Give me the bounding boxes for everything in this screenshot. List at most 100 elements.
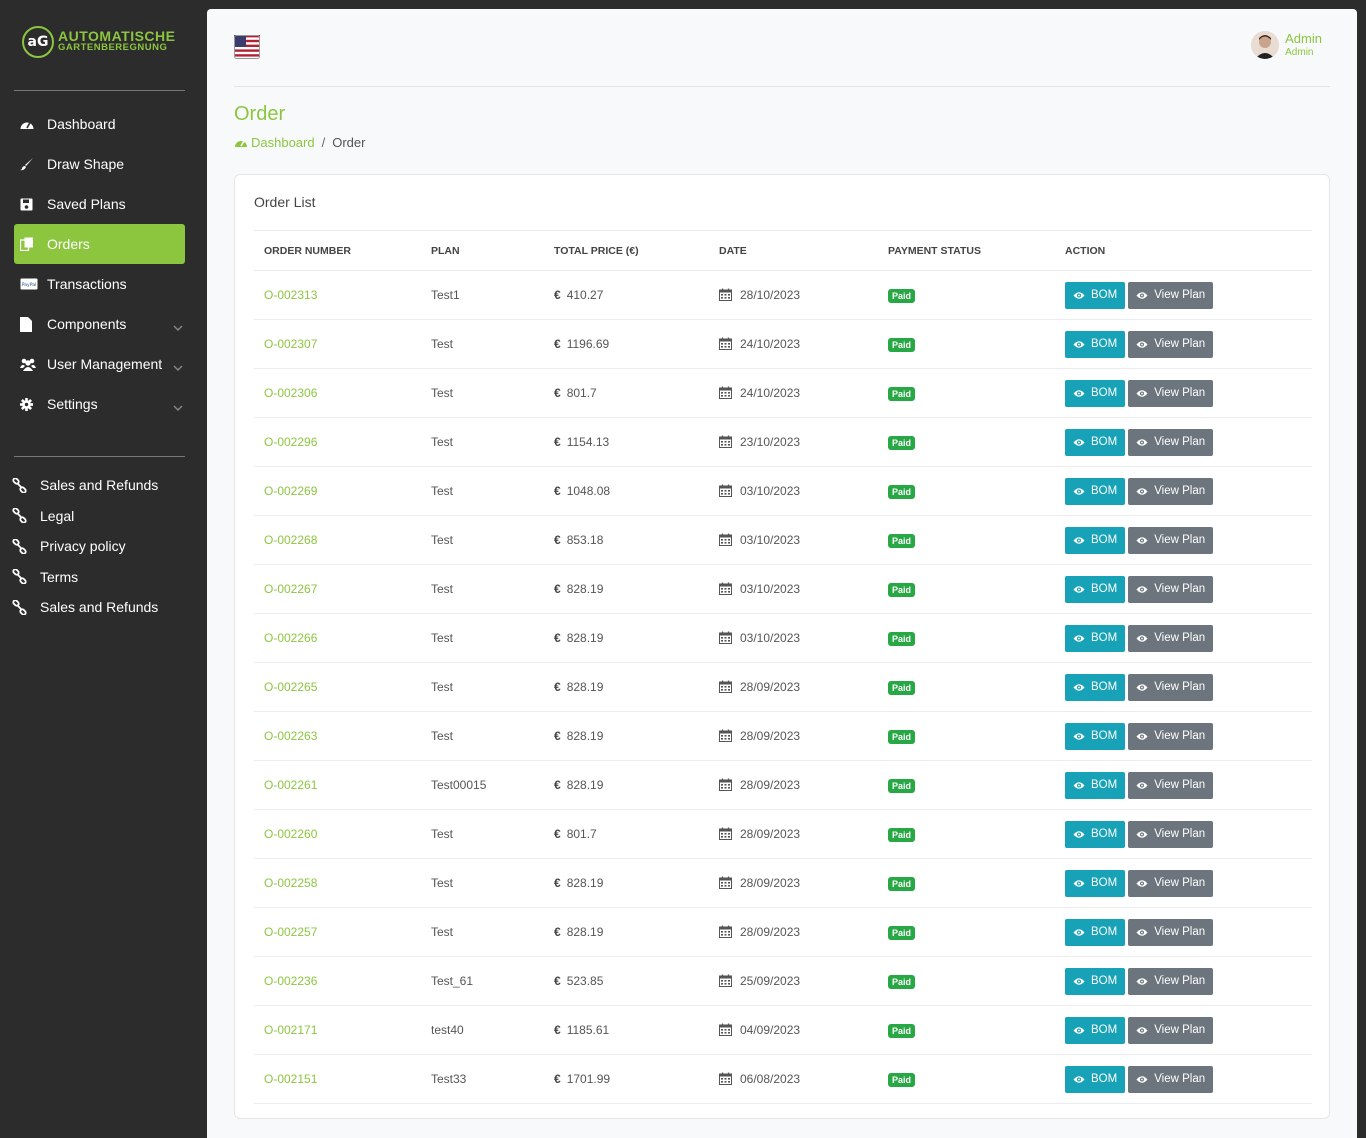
order-date: 25/09/2023 xyxy=(709,956,878,1006)
view-plan-button[interactable]: View Plan xyxy=(1128,771,1214,799)
calendar-icon xyxy=(719,1023,740,1037)
view-plan-button[interactable]: View Plan xyxy=(1128,722,1214,750)
sidebar-item-transactions[interactable]: PayPal Transactions xyxy=(14,264,185,304)
view-plan-button[interactable]: View Plan xyxy=(1128,1065,1214,1093)
order-number-link[interactable]: O-002266 xyxy=(254,613,421,663)
eye-icon xyxy=(1073,781,1088,790)
view-plan-button[interactable]: View Plan xyxy=(1128,330,1214,358)
order-number-link[interactable]: O-002258 xyxy=(254,858,421,908)
order-number-link[interactable]: O-002257 xyxy=(254,907,421,957)
bom-button[interactable]: BOM xyxy=(1065,722,1126,750)
status-badge: Paid xyxy=(888,386,916,401)
order-number-link[interactable]: O-002236 xyxy=(254,956,421,1006)
plan-name: Test xyxy=(421,858,544,908)
bom-button[interactable]: BOM xyxy=(1065,477,1126,505)
order-number-link[interactable]: O-002306 xyxy=(254,368,421,418)
calendar-icon xyxy=(719,925,740,939)
calendar-icon xyxy=(719,631,740,645)
view-plan-button[interactable]: View Plan xyxy=(1128,575,1214,603)
us-flag-icon[interactable] xyxy=(234,35,260,59)
sidebar-item-saved-plans[interactable]: Saved Plans xyxy=(14,184,185,224)
order-number-link[interactable]: O-002263 xyxy=(254,711,421,761)
total-price: €828.19 xyxy=(544,613,709,663)
bom-button[interactable]: BOM xyxy=(1065,673,1126,701)
order-number-link[interactable]: O-002265 xyxy=(254,662,421,712)
view-plan-button[interactable]: View Plan xyxy=(1128,967,1214,995)
sidebar-item-dashboard[interactable]: Dashboard xyxy=(14,104,185,144)
col-total-price: TOTAL PRICE (€) xyxy=(544,230,709,271)
view-plan-button[interactable]: View Plan xyxy=(1128,428,1214,456)
order-number-link[interactable]: O-002268 xyxy=(254,515,421,565)
payment-status: Paid xyxy=(878,368,1055,418)
sidebar-link-privacy-policy[interactable]: Privacy policy xyxy=(12,531,187,562)
order-number-link[interactable]: O-002267 xyxy=(254,564,421,614)
user-name: Admin xyxy=(1285,31,1322,46)
view-plan-button[interactable]: View Plan xyxy=(1128,918,1214,946)
order-number-link[interactable]: O-002269 xyxy=(254,466,421,516)
status-badge: Paid xyxy=(888,1023,916,1038)
order-number-link[interactable]: O-002296 xyxy=(254,417,421,467)
calendar-icon xyxy=(719,827,740,841)
bom-button[interactable]: BOM xyxy=(1065,575,1126,603)
user-menu[interactable]: Admin Admin xyxy=(1251,31,1322,59)
sidebar-link-sales-and-refunds[interactable]: Sales and Refunds xyxy=(12,592,187,623)
brand-logo[interactable]: aG AUTOMATISCHE GARTENBEREGNUNG xyxy=(22,26,175,58)
total-price: €1048.08 xyxy=(544,466,709,516)
view-plan-button[interactable]: View Plan xyxy=(1128,526,1214,554)
order-number-link[interactable]: O-002171 xyxy=(254,1005,421,1055)
eye-icon xyxy=(1136,683,1151,692)
sidebar-divider xyxy=(14,456,185,457)
order-number-link[interactable]: O-002313 xyxy=(254,270,421,320)
plan-name: Test xyxy=(421,417,544,467)
view-plan-button[interactable]: View Plan xyxy=(1128,624,1214,652)
eye-icon xyxy=(1136,585,1151,594)
sidebar-item-user-management[interactable]: User Management xyxy=(14,344,185,384)
bom-button[interactable]: BOM xyxy=(1065,330,1126,358)
bom-button[interactable]: BOM xyxy=(1065,869,1126,897)
view-plan-button[interactable]: View Plan xyxy=(1128,820,1214,848)
calendar-icon xyxy=(719,680,740,694)
view-plan-button[interactable]: View Plan xyxy=(1128,281,1214,309)
bom-button[interactable]: BOM xyxy=(1065,526,1126,554)
view-plan-button[interactable]: View Plan xyxy=(1128,1016,1214,1044)
order-date: 24/10/2023 xyxy=(709,368,878,418)
bom-button[interactable]: BOM xyxy=(1065,820,1126,848)
bom-button[interactable]: BOM xyxy=(1065,428,1126,456)
bom-button[interactable]: BOM xyxy=(1065,624,1126,652)
bom-button[interactable]: BOM xyxy=(1065,1065,1126,1093)
view-plan-button[interactable]: View Plan xyxy=(1128,673,1214,701)
actions-cell: BOM View Plan xyxy=(1055,907,1312,957)
view-plan-button[interactable]: View Plan xyxy=(1128,477,1214,505)
order-number-link[interactable]: O-002151 xyxy=(254,1054,421,1104)
actions-cell: BOM View Plan xyxy=(1055,809,1312,859)
sidebar-item-orders[interactable]: Orders xyxy=(14,224,185,264)
plan-name: test40 xyxy=(421,1005,544,1055)
bom-button[interactable]: BOM xyxy=(1065,379,1126,407)
bom-button[interactable]: BOM xyxy=(1065,967,1126,995)
payment-status: Paid xyxy=(878,662,1055,712)
view-plan-button[interactable]: View Plan xyxy=(1128,869,1214,897)
payment-status: Paid xyxy=(878,956,1055,1006)
bom-button[interactable]: BOM xyxy=(1065,1016,1126,1044)
main-content: Admin Admin Order Dashboard / Order Orde… xyxy=(207,9,1357,1138)
eye-icon xyxy=(1073,585,1088,594)
order-number-link[interactable]: O-002261 xyxy=(254,760,421,810)
col-order-number: ORDER NUMBER xyxy=(254,230,421,271)
breadcrumb-home-link[interactable]: Dashboard xyxy=(234,135,315,150)
sidebar-item-draw-shape[interactable]: Draw Shape xyxy=(14,144,185,184)
view-plan-button[interactable]: View Plan xyxy=(1128,379,1214,407)
sidebar-link-terms[interactable]: Terms xyxy=(12,562,187,593)
sidebar-item-components[interactable]: Components xyxy=(14,304,185,344)
bom-button[interactable]: BOM xyxy=(1065,918,1126,946)
calendar-icon xyxy=(719,337,740,351)
order-number-link[interactable]: O-002307 xyxy=(254,319,421,369)
bom-button[interactable]: BOM xyxy=(1065,771,1126,799)
bom-button[interactable]: BOM xyxy=(1065,281,1126,309)
col-plan: PLAN xyxy=(421,230,544,271)
sidebar-item-settings[interactable]: Settings xyxy=(14,384,185,424)
sidebar-link-sales-and-refunds[interactable]: Sales and Refunds xyxy=(12,470,187,501)
table-row: O-002307 Test €1196.69 24/10/2023 Paid BOM Vie… xyxy=(254,319,1312,369)
sidebar-link-legal[interactable]: Legal xyxy=(12,501,187,532)
sidebar-item-label: Draw Shape xyxy=(47,156,125,172)
order-number-link[interactable]: O-002260 xyxy=(254,809,421,859)
